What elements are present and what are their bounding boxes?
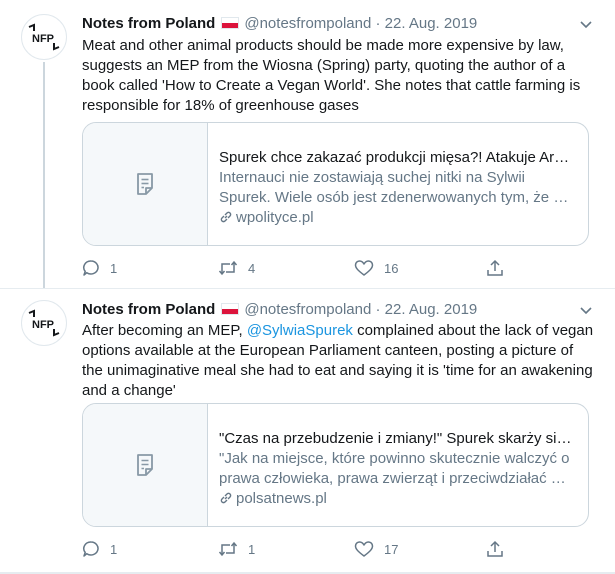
tweet-text-part: After becoming an MEP, bbox=[82, 322, 247, 339]
tweet-text: Meat and other animal products should be… bbox=[82, 37, 581, 114]
card-domain-row: wpolityce.pl bbox=[219, 208, 577, 228]
author-handle[interactable]: @notesfrompoland bbox=[244, 301, 371, 318]
nfp-logo: NFP bbox=[28, 309, 60, 337]
link-icon bbox=[220, 211, 232, 223]
tweet-date[interactable]: 22. Aug. 2019 bbox=[385, 15, 478, 32]
tweet-header: Notes from Poland @notesfrompoland · 22. … bbox=[82, 14, 477, 34]
card-title: Spurek chce zakazać produkcji mięsa?! At… bbox=[219, 149, 570, 166]
card-description: "Jak na miejsce, które powinno skuteczni… bbox=[219, 450, 570, 487]
poland-flag-icon bbox=[221, 17, 240, 29]
author-name[interactable]: Notes from Poland bbox=[82, 15, 215, 32]
separator: · bbox=[375, 301, 381, 318]
card-thumbnail bbox=[83, 404, 208, 526]
card-domain: polsatnews.pl bbox=[236, 490, 327, 507]
tweet[interactable]: NFP Notes from Poland @notesfrompoland · … bbox=[0, 0, 615, 289]
retweet-icon bbox=[218, 541, 238, 557]
document-icon bbox=[137, 454, 153, 476]
avatar[interactable]: NFP bbox=[21, 14, 67, 60]
card-thumbnail bbox=[83, 123, 208, 245]
avatar[interactable]: NFP bbox=[21, 300, 67, 346]
poland-flag-icon bbox=[221, 303, 240, 315]
author-name[interactable]: Notes from Poland bbox=[82, 301, 215, 318]
heart-icon bbox=[354, 260, 374, 276]
tweet[interactable]: NFP Notes from Poland @notesfrompoland · … bbox=[0, 289, 615, 572]
tweet-actions: 1 1 17 bbox=[82, 539, 512, 559]
like-button[interactable]: 17 bbox=[354, 539, 398, 559]
tweet-text: After becoming an MEP, @SylwiaSpurek com… bbox=[82, 321, 594, 401]
link-card[interactable]: "Czas na przebudzenie i zmiany!" Spurek … bbox=[82, 403, 589, 527]
tweet-date[interactable]: 22. Aug. 2019 bbox=[385, 301, 478, 318]
share-button[interactable] bbox=[486, 258, 504, 278]
reply-count: 1 bbox=[110, 260, 118, 276]
retweet-icon bbox=[218, 260, 238, 276]
link-card[interactable]: Spurek chce zakazać produkcji mięsa?! At… bbox=[82, 122, 589, 246]
reply-count: 1 bbox=[110, 541, 118, 557]
mention-link[interactable]: @SylwiaSpurek bbox=[247, 322, 353, 339]
reply-icon bbox=[83, 541, 99, 557]
like-count: 17 bbox=[384, 541, 399, 557]
retweet-count: 4 bbox=[248, 260, 256, 276]
retweet-count: 1 bbox=[248, 541, 256, 557]
share-icon bbox=[487, 540, 503, 557]
card-description: Internauci nie zostawiają suchej nitki n… bbox=[219, 169, 569, 206]
card-domain: wpolityce.pl bbox=[236, 209, 314, 226]
tweet-header: Notes from Poland @notesfrompoland · 22. … bbox=[82, 300, 477, 320]
svg-text:NFP: NFP bbox=[32, 33, 54, 45]
like-button[interactable]: 16 bbox=[354, 258, 398, 278]
separator: · bbox=[375, 15, 381, 32]
reply-button[interactable]: 1 bbox=[82, 539, 117, 559]
link-icon bbox=[220, 492, 232, 504]
svg-text:NFP: NFP bbox=[32, 319, 54, 331]
document-icon bbox=[137, 173, 153, 195]
card-title: "Czas na przebudzenie i zmiany!" Spurek … bbox=[219, 430, 572, 447]
heart-icon bbox=[354, 541, 374, 557]
like-count: 16 bbox=[384, 260, 399, 276]
share-button[interactable] bbox=[486, 539, 504, 559]
retweet-button[interactable]: 4 bbox=[218, 258, 255, 278]
tweet-actions: 1 4 16 bbox=[82, 258, 512, 278]
reply-button[interactable]: 1 bbox=[82, 258, 117, 278]
card-domain-row: polsatnews.pl bbox=[219, 489, 577, 509]
author-handle[interactable]: @notesfrompoland bbox=[244, 15, 371, 32]
nfp-logo: NFP bbox=[28, 23, 60, 51]
thread-line bbox=[43, 62, 45, 288]
reply-icon bbox=[83, 260, 99, 276]
share-icon bbox=[487, 259, 503, 276]
retweet-button[interactable]: 1 bbox=[218, 539, 255, 559]
